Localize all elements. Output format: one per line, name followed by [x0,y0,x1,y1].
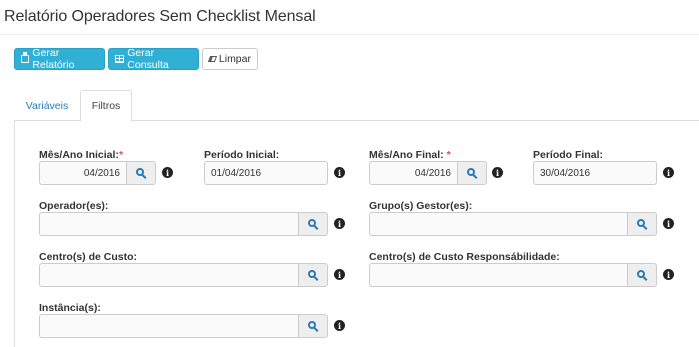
toolbar: Gerar Relatório Gerar Consulta Limpar [14,47,258,71]
tab-variaveis[interactable]: Variáveis [14,90,80,121]
grupos-gestor-search-button[interactable] [628,212,657,236]
info-icon[interactable]: i [334,218,345,229]
title-divider [0,34,699,35]
periodo-inicial-input[interactable]: 01/04/2016 [204,161,328,185]
gerar-consulta-label: Gerar Consulta [127,47,169,71]
info-icon[interactable]: i [334,320,345,331]
mes-ano-inicial-label: Mês/Ano Inicial:* [39,149,124,161]
table-icon [115,55,125,63]
search-icon [308,219,316,227]
operadores-search-button[interactable] [299,212,328,236]
grupos-gestor-input[interactable] [369,212,628,236]
info-icon[interactable]: i [663,269,674,280]
info-icon[interactable]: i [492,167,503,178]
instancias-search-button[interactable] [299,314,328,338]
instancias-input[interactable] [39,314,299,338]
centros-custo-resp-input[interactable] [369,263,628,287]
eraser-icon [207,56,217,62]
search-icon [136,168,144,176]
operadores-label: Operador(es): [39,200,109,212]
centros-custo-input[interactable] [39,263,299,287]
mes-ano-inicial-input[interactable]: 04/2016 [39,161,127,185]
operadores-input[interactable] [39,212,299,236]
info-icon[interactable]: i [663,218,674,229]
required-mark: * [118,149,124,161]
gerar-consulta-button[interactable]: Gerar Consulta [108,47,199,71]
search-icon [467,168,475,176]
mes-ano-final-input[interactable]: 04/2016 [369,161,458,185]
page-title: Relatório Operadores Sem Checklist Mensa… [4,8,316,25]
search-icon [637,219,645,227]
mes-ano-final-search-button[interactable] [458,161,487,185]
limpar-button[interactable]: Limpar [202,48,258,70]
instancias-label: Instância(s): [39,302,101,314]
centros-custo-label: Centro(s) de Custo: [39,251,137,263]
periodo-inicial-label: Período Inicial: [204,149,280,161]
centros-custo-search-button[interactable] [299,263,328,287]
periodo-final-label: Período Final: [533,149,604,161]
mes-ano-inicial-search-button[interactable] [127,161,156,185]
tab-filtros[interactable]: Filtros [80,90,132,122]
centros-custo-resp-search-button[interactable] [628,263,657,287]
gerar-relatorio-button[interactable]: Gerar Relatório [14,47,105,71]
search-icon [308,321,316,329]
search-icon [637,270,645,278]
search-icon [308,270,316,278]
info-icon[interactable]: i [162,167,173,178]
info-icon[interactable]: i [334,269,345,280]
grupos-gestor-label: Grupo(s) Gestor(es): [369,200,473,212]
tab-bar: Variáveis Filtros [14,90,699,122]
periodo-final-input[interactable]: 30/04/2016 [533,161,657,185]
gerar-relatorio-label: Gerar Relatório [32,47,75,71]
required-mark: * [446,149,451,161]
print-icon [21,52,30,63]
info-icon[interactable]: i [663,167,674,178]
mes-ano-final-label: Mês/Ano Final: * [369,149,451,161]
centros-custo-resp-label: Centro(s) de Custo Responsábilidade: [369,251,560,263]
limpar-label: Limpar [218,53,251,65]
info-icon[interactable]: i [334,167,345,178]
